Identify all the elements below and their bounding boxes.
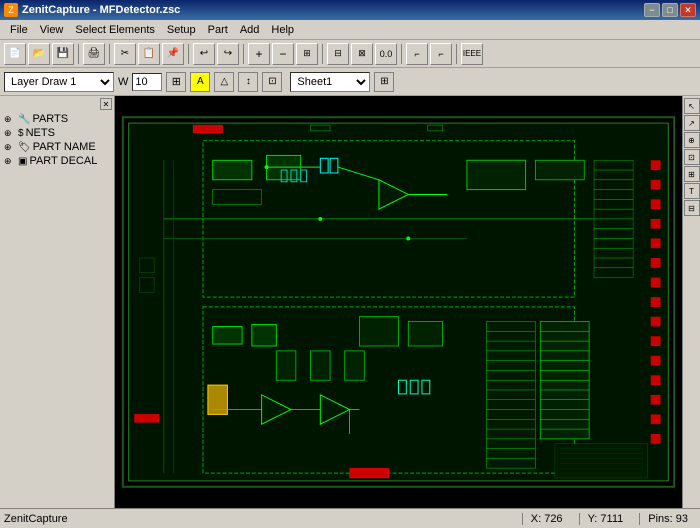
layer-btn-3[interactable]: △ xyxy=(214,72,234,92)
route-button[interactable]: ⌐ xyxy=(406,43,428,65)
layer-btn-4[interactable]: ↕ xyxy=(238,72,258,92)
snap-button[interactable]: ⊠ xyxy=(351,43,373,65)
sheet-btn[interactable]: ⊞ xyxy=(374,72,394,92)
status-bar: ZenitCapture X: 726 Y: 7111 Pins: 93 xyxy=(0,508,700,528)
right-toolbar: ↖ ↗ ⊕ ⊡ ⊞ T ⊟ xyxy=(682,96,700,508)
parts-label: PARTS xyxy=(32,113,68,125)
toolbar-sep-2 xyxy=(109,44,110,64)
canvas-area[interactable] xyxy=(115,96,682,508)
left-panel-header: ✕ xyxy=(2,98,112,110)
rt-btn-5[interactable]: ⊞ xyxy=(684,166,700,182)
print-button[interactable]: 🖨 xyxy=(83,43,105,65)
rt-btn-7[interactable]: ⊟ xyxy=(684,200,700,216)
rt-btn-3[interactable]: ⊕ xyxy=(684,132,700,148)
menu-part[interactable]: Part xyxy=(202,23,234,37)
panel-close-button[interactable]: ✕ xyxy=(100,98,112,110)
partname-icon: 🏷 xyxy=(18,142,31,153)
parts-icon: 🔧 xyxy=(18,114,30,125)
close-button[interactable]: ✕ xyxy=(680,3,696,17)
app-icon: Z xyxy=(4,3,18,17)
grid-button[interactable]: ⊟ xyxy=(327,43,349,65)
save-button[interactable]: 💾 xyxy=(52,43,74,65)
menu-setup[interactable]: Setup xyxy=(161,23,202,37)
layer-bar: Layer Draw 1 Layer Draw 2 W ⊞ A △ ↕ ⊡ Sh… xyxy=(0,68,700,96)
sheet-select[interactable]: Sheet1 xyxy=(290,72,370,92)
status-y-coord: Y: 7111 xyxy=(579,513,632,525)
toolbar-sep-6 xyxy=(401,44,402,64)
coord-button[interactable]: 0.0 xyxy=(375,43,397,65)
menu-bar: File View Select Elements Setup Part Add… xyxy=(0,20,700,40)
layer-btn-5[interactable]: ⊡ xyxy=(262,72,282,92)
toolbar-sep-4 xyxy=(243,44,244,64)
width-label: W xyxy=(118,76,128,88)
main-toolbar: 📄 📂 💾 🖨 ✂ 📋 📌 ↩ ↪ + − ⊞ ⊟ ⊠ 0.0 ⌐ ⌐ IEEE xyxy=(0,40,700,68)
zoom-fit-button[interactable]: ⊞ xyxy=(296,43,318,65)
menu-help[interactable]: Help xyxy=(265,23,300,37)
title-bar-left: Z ZenitCapture - MFDetector.zsc xyxy=(4,3,180,17)
ieee-button[interactable]: IEEE xyxy=(461,43,483,65)
cut-button[interactable]: ✂ xyxy=(114,43,136,65)
expand-partname-icon: ⊕ xyxy=(4,142,16,153)
copy-button[interactable]: 📋 xyxy=(138,43,160,65)
toolbar-sep-7 xyxy=(456,44,457,64)
status-app-name: ZenitCapture xyxy=(4,513,514,525)
rt-btn-4[interactable]: ⊡ xyxy=(684,149,700,165)
zoom-out-button[interactable]: − xyxy=(272,43,294,65)
status-pins: Pins: 93 xyxy=(639,513,696,525)
undo-button[interactable]: ↩ xyxy=(193,43,215,65)
new-button[interactable]: 📄 xyxy=(4,43,26,65)
nets-label: NETS xyxy=(26,127,55,139)
redo-button[interactable]: ↪ xyxy=(217,43,239,65)
layer-select[interactable]: Layer Draw 1 Layer Draw 2 xyxy=(4,72,114,92)
menu-add[interactable]: Add xyxy=(234,23,266,37)
title-bar-controls: − □ ✕ xyxy=(644,3,696,17)
toolbar-sep-3 xyxy=(188,44,189,64)
pcb-canvas xyxy=(115,96,682,508)
paste-button[interactable]: 📌 xyxy=(162,43,184,65)
title-bar: Z ZenitCapture - MFDetector.zsc − □ ✕ xyxy=(0,0,700,20)
main-content: ✕ ⊕ 🔧 PARTS ⊕ $ NETS ⊕ 🏷 PART NAME ⊕ ▣ P… xyxy=(0,96,700,508)
menu-file[interactable]: File xyxy=(4,23,34,37)
open-button[interactable]: 📂 xyxy=(28,43,50,65)
rt-btn-1[interactable]: ↖ xyxy=(684,98,700,114)
partdecal-label: PART DECAL xyxy=(29,155,97,167)
maximize-button[interactable]: □ xyxy=(662,3,678,17)
partdecal-icon: ▣ xyxy=(18,156,27,167)
tree-item-partname[interactable]: ⊕ 🏷 PART NAME xyxy=(2,140,112,154)
expand-partdecal-icon: ⊕ xyxy=(4,156,16,167)
minimize-button[interactable]: − xyxy=(644,3,660,17)
toolbar-sep-1 xyxy=(78,44,79,64)
layer-btn-1[interactable]: ⊞ xyxy=(166,72,186,92)
menu-view[interactable]: View xyxy=(34,23,70,37)
menu-select-elements[interactable]: Select Elements xyxy=(69,23,160,37)
partname-label: PART NAME xyxy=(33,141,96,153)
status-x-coord: X: 726 xyxy=(522,513,571,525)
zoom-in-button[interactable]: + xyxy=(248,43,270,65)
route2-button[interactable]: ⌐ xyxy=(430,43,452,65)
layer-btn-2[interactable]: A xyxy=(190,72,210,92)
expand-parts-icon: ⊕ xyxy=(4,114,16,125)
toolbar-sep-5 xyxy=(322,44,323,64)
rt-btn-2[interactable]: ↗ xyxy=(684,115,700,131)
tree-item-parts[interactable]: ⊕ 🔧 PARTS xyxy=(2,112,112,126)
expand-nets-icon: ⊕ xyxy=(4,128,16,139)
nets-icon: $ xyxy=(18,128,24,139)
rt-btn-6[interactable]: T xyxy=(684,183,700,199)
left-panel: ✕ ⊕ 🔧 PARTS ⊕ $ NETS ⊕ 🏷 PART NAME ⊕ ▣ P… xyxy=(0,96,115,508)
width-input[interactable] xyxy=(132,73,162,91)
title-bar-text: ZenitCapture - MFDetector.zsc xyxy=(22,4,180,16)
tree-item-partdecal[interactable]: ⊕ ▣ PART DECAL xyxy=(2,154,112,168)
tree-item-nets[interactable]: ⊕ $ NETS xyxy=(2,126,112,140)
